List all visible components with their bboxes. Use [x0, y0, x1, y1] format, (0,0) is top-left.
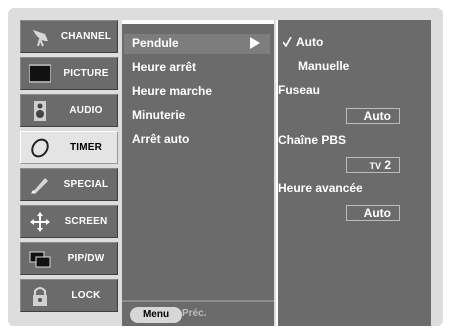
sidebar: CHANNEL PICTURE AUDIO TIMER SPECIAL SCRE…: [20, 20, 118, 321]
pen-icon: [31, 178, 48, 194]
checkmark-icon: [283, 37, 292, 47]
clock-icon: [31, 138, 49, 158]
pbs-value-number: 2: [384, 158, 391, 172]
menu-item-heure-marche[interactable]: Heure marche: [132, 84, 212, 98]
sidebar-item-label: AUDIO: [69, 105, 103, 116]
fuseau-value: Auto: [363, 109, 391, 123]
sidebar-item-audio[interactable]: AUDIO: [20, 94, 118, 127]
sidebar-item-channel[interactable]: CHANNEL: [20, 20, 118, 53]
sidebar-item-label: CHANNEL: [60, 31, 112, 42]
sidebar-item-label: PIP/DW: [67, 253, 105, 264]
timer-menu: Pendule Heure arrêt Heure marche Minuter…: [122, 20, 274, 326]
sidebar-item-label: SCREEN: [64, 216, 108, 227]
overlapping-windows-icon: [29, 251, 51, 268]
sidebar-item-special[interactable]: SPECIAL: [20, 168, 118, 201]
option-auto[interactable]: Auto: [296, 35, 323, 49]
satellite-dish-icon: [33, 30, 48, 47]
sidebar-item-label: TIMER: [69, 142, 103, 153]
option-manuelle[interactable]: Manuelle: [298, 59, 349, 73]
crosshair-arrows-icon: [30, 212, 50, 232]
sidebar-item-lock[interactable]: LOCK: [20, 279, 118, 312]
menu-item-heure-arret[interactable]: Heure arrêt: [132, 60, 196, 74]
menu-item-pendule[interactable]: Pendule: [132, 36, 179, 50]
pbs-label: Chaîne PBS: [278, 133, 347, 147]
fuseau-value-box[interactable]: Auto: [346, 108, 400, 124]
footer-bar: Menu Préc.: [122, 300, 274, 326]
sidebar-item-pipdw[interactable]: PIP/DW: [20, 242, 118, 275]
padlock-icon: [33, 287, 47, 306]
sidebar-item-label: LOCK: [71, 290, 101, 301]
sidebar-item-label: PICTURE: [63, 68, 109, 79]
clock-submenu: Auto Manuelle Fuseau Auto Chaîne PBS TV …: [276, 20, 431, 326]
dst-value: Auto: [363, 206, 391, 220]
sidebar-item-picture[interactable]: PICTURE: [20, 57, 118, 90]
menu-button[interactable]: Menu: [130, 307, 182, 323]
dst-label: Heure avancée: [278, 181, 363, 195]
pbs-value-box[interactable]: TV 2: [346, 157, 400, 173]
menu-item-arret-auto[interactable]: Arrêt auto: [132, 132, 189, 146]
pbs-value-prefix: TV: [369, 161, 381, 171]
prev-label: Préc.: [182, 308, 207, 319]
fuseau-label: Fuseau: [278, 83, 321, 97]
dst-value-box[interactable]: Auto: [346, 205, 400, 221]
chevron-right-icon: [250, 37, 260, 49]
menu-item-minuterie[interactable]: Minuterie: [132, 108, 185, 122]
sidebar-item-timer[interactable]: TIMER: [20, 131, 118, 164]
sidebar-item-label: SPECIAL: [63, 179, 109, 190]
monitor-icon: [29, 64, 51, 83]
speaker-icon: [34, 101, 46, 121]
sidebar-item-screen[interactable]: SCREEN: [20, 205, 118, 238]
